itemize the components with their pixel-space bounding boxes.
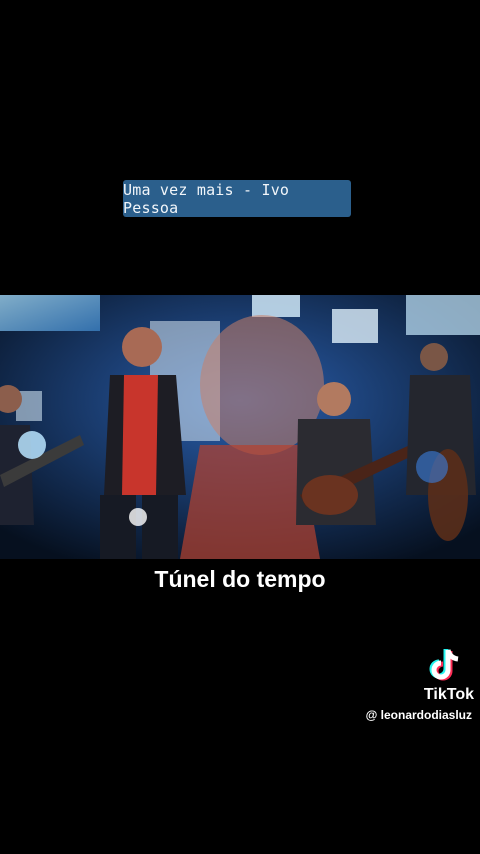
tiktok-username[interactable]: @ leonardodiasluz — [366, 708, 472, 722]
video-frame[interactable] — [0, 295, 480, 559]
song-title-caption: Uma vez mais - Ivo Pessoa — [123, 180, 351, 217]
video-subtitle: Túnel do tempo — [154, 566, 326, 592]
song-title-text: Uma vez mais - Ivo Pessoa — [123, 180, 290, 217]
concert-scene-image — [0, 295, 480, 559]
tiktok-brand-label: TikTok — [423, 686, 474, 703]
tiktok-note-icon — [428, 648, 462, 684]
